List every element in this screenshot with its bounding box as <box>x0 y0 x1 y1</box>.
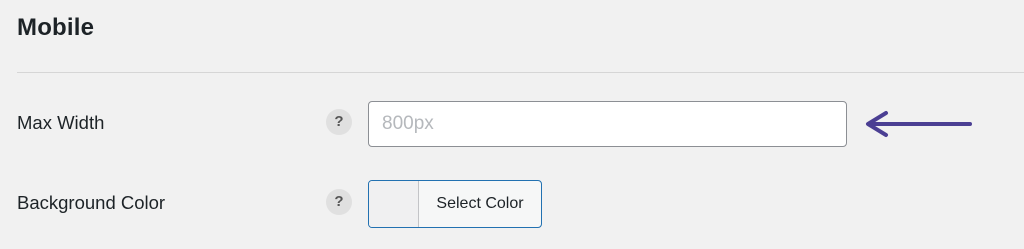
arrow-left-icon <box>866 111 972 137</box>
background-color-help-icon[interactable]: ? <box>326 189 352 215</box>
section-title: Mobile <box>17 14 95 41</box>
background-color-label: Background Color <box>17 192 166 213</box>
select-color-label: Select Color <box>436 195 524 212</box>
max-width-label: Max Width <box>17 112 105 133</box>
section-divider <box>17 72 1024 73</box>
max-width-input[interactable] <box>368 101 847 147</box>
color-swatch <box>369 181 419 227</box>
select-color-button[interactable]: Select Color <box>368 180 542 228</box>
max-width-help-icon[interactable]: ? <box>326 109 352 135</box>
